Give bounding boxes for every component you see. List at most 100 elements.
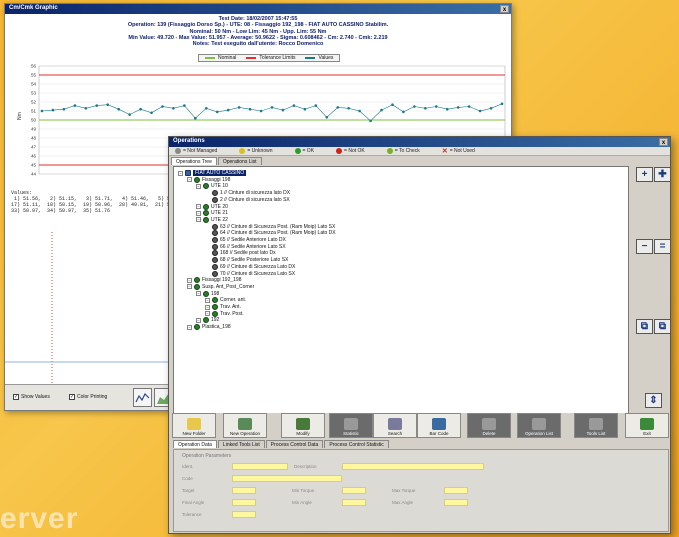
tree-item[interactable]: − Trav. Ant. — [205, 304, 241, 310]
tree-item[interactable]: − UTE 22 — [196, 216, 228, 223]
tab-linked-tools-list[interactable]: Linked Tools List — [217, 440, 265, 448]
expand-toggle-icon[interactable]: − — [196, 183, 201, 189]
tree-item[interactable]: − FIAT AUTO CASSINO — [178, 170, 247, 176]
delete-button[interactable]: Delete — [467, 413, 511, 438]
add-linked-button[interactable]: ✚ — [654, 167, 671, 182]
tree-item[interactable]: − 192 — [196, 317, 219, 324]
add-button[interactable]: + — [636, 167, 653, 182]
value-point — [194, 116, 197, 120]
min-angle-field[interactable] — [342, 499, 366, 506]
chart-legend: Nominal Tolerance Limits Values — [198, 54, 341, 62]
expand-toggle-icon[interactable]: − — [187, 177, 192, 183]
tree-item[interactable]: 63 // Cinture di Sicurezza Post. (Ram Mo… — [205, 223, 335, 230]
max-torque-field[interactable] — [444, 487, 468, 494]
line-chart-button[interactable] — [133, 388, 152, 407]
new-folder-button[interactable]: New Folder — [172, 413, 216, 438]
y-tick-label: 49 — [31, 127, 37, 132]
expand-toggle-icon[interactable]: − — [196, 210, 201, 216]
toolbar-label: New Folder — [182, 431, 206, 436]
tree-item[interactable]: − 198 — [196, 290, 219, 297]
tree-item[interactable]: − Fissaggi 192_198 — [187, 277, 241, 284]
expand-toggle-icon[interactable]: − — [196, 204, 201, 209]
tab-operation-data[interactable]: Operation Data — [173, 440, 217, 448]
value-point — [62, 107, 66, 111]
exit-button[interactable]: Exit — [625, 413, 669, 438]
remove-button[interactable]: − — [636, 239, 653, 254]
ident-field[interactable] — [232, 463, 288, 470]
expand-toggle-icon[interactable]: − — [205, 304, 210, 310]
value-point — [314, 104, 318, 107]
tab-process-control-statistic[interactable]: Process Control Statistic — [324, 440, 389, 448]
show-values-checkbox[interactable]: ✓ Show Values — [13, 394, 50, 400]
statistic-button[interactable]: Statistic — [329, 413, 373, 438]
tools-list-button[interactable]: Tools List — [574, 413, 618, 438]
paste-button[interactable]: ⧉ — [654, 319, 671, 334]
min-angle-label: Min Angle — [292, 500, 312, 505]
tree-item[interactable]: − Corner. ant. — [205, 297, 246, 304]
tree-item[interactable]: − UTE 20 — [196, 203, 228, 210]
final-angle-field[interactable] — [232, 499, 256, 506]
checkbox-box[interactable]: ✓ — [69, 394, 75, 400]
color-printing-checkbox[interactable]: ✓ Color Printing — [69, 394, 107, 400]
tree-item[interactable]: 64 // Cinture di Sicurezza Post. (Ram Mo… — [205, 230, 336, 237]
tree-item[interactable]: − UTE 10 — [196, 183, 228, 190]
tab-operations-tree[interactable]: Operations Tree — [171, 157, 217, 165]
target-field[interactable] — [232, 487, 256, 494]
tree-item[interactable]: 2 // Cinture di sicurezza lato SX — [205, 196, 290, 203]
expand-toggle-icon[interactable]: − — [187, 324, 192, 330]
tolerance-field[interactable] — [232, 511, 256, 518]
tree-item-label: 64 // Cinture di Sicurezza Post. (Ram Mo… — [220, 230, 336, 237]
folder-icon — [187, 418, 201, 430]
search-button[interactable]: Search — [373, 413, 417, 438]
expand-toggle-icon[interactable]: − — [196, 291, 201, 297]
remove-linked-button[interactable]: = — [654, 239, 671, 254]
expand-toggle-icon[interactable]: − — [196, 317, 201, 323]
y-tick-label: 44 — [31, 172, 37, 177]
expand-toggle-icon[interactable]: − — [196, 217, 201, 223]
legend-item-values: Values — [305, 55, 333, 61]
tree-item[interactable]: 69 // Cinture di Sicurezza Lato DX — [205, 263, 295, 270]
tree-item[interactable]: 70 // Cinture di Sicurezza Lato SX — [205, 270, 295, 277]
expand-button[interactable]: ⇕ — [645, 393, 662, 408]
tab-operations-list[interactable]: Operations List — [217, 157, 262, 165]
operations-tree[interactable]: − FIAT AUTO CASSINO − Fissaggi 198− UTE 10 1 … — [173, 166, 629, 438]
description-field[interactable] — [342, 463, 484, 470]
min-torque-field[interactable] — [342, 487, 366, 494]
expand-toggle-icon[interactable]: − — [205, 311, 210, 317]
tree-item[interactable]: 65 // Sedile Anteriore Lato DX — [205, 237, 286, 243]
tree-item[interactable]: − Trav. Post. — [205, 310, 244, 317]
tab-process-control-data[interactable]: Process Control Data — [265, 440, 324, 448]
operations-window: Operations x = Not Managed = Unknown = O… — [168, 136, 671, 534]
tree-item[interactable]: − Susp. Ant_Post_Corner — [187, 283, 254, 290]
bar-code-button[interactable]: Bar Code — [417, 413, 461, 438]
close-icon[interactable]: x — [659, 138, 668, 146]
legend-label-values: Values — [318, 55, 334, 61]
modify-button[interactable]: Modify — [281, 413, 325, 438]
value-point — [489, 107, 493, 110]
folder-node-icon — [203, 216, 209, 223]
checkbox-box[interactable]: ✓ — [13, 394, 19, 400]
tree-item[interactable]: − Fissaggi 198 — [187, 176, 230, 183]
tree-item-label: UTE 22 — [211, 216, 228, 223]
tree-item[interactable]: 1 // Cinture di sicurezza lato DX — [205, 190, 290, 197]
code-field[interactable] — [232, 475, 342, 482]
expand-toggle-icon[interactable]: − — [187, 277, 192, 283]
legend-text: = OK — [302, 148, 315, 154]
tree-item[interactable]: 66 // Sedile Anteriore Lato SX — [205, 243, 286, 250]
new-operation-button[interactable]: New Operation — [223, 413, 267, 438]
close-icon[interactable]: x — [500, 5, 509, 13]
value-point — [281, 108, 285, 112]
max-angle-field[interactable] — [444, 499, 468, 506]
link-remove-icon: = — [659, 241, 666, 252]
tree-item[interactable]: 68 // Sedile Posteriore Lato SX — [205, 257, 288, 264]
expand-toggle-icon[interactable]: − — [205, 297, 210, 303]
value-point — [424, 107, 427, 110]
operation-list-button[interactable]: Operation List — [517, 413, 561, 438]
expand-toggle-icon[interactable]: − — [187, 284, 192, 290]
tree-item[interactable]: − Plastica_198 — [187, 324, 231, 331]
copy-button[interactable]: ⧉ — [636, 319, 653, 334]
tree-item[interactable]: − UTE 21 — [196, 210, 228, 217]
y-tick-label: 56 — [31, 64, 37, 69]
expand-toggle-icon[interactable]: − — [178, 170, 183, 176]
tree-item[interactable]: 168 // Sedile post lato Dx — [205, 250, 276, 257]
